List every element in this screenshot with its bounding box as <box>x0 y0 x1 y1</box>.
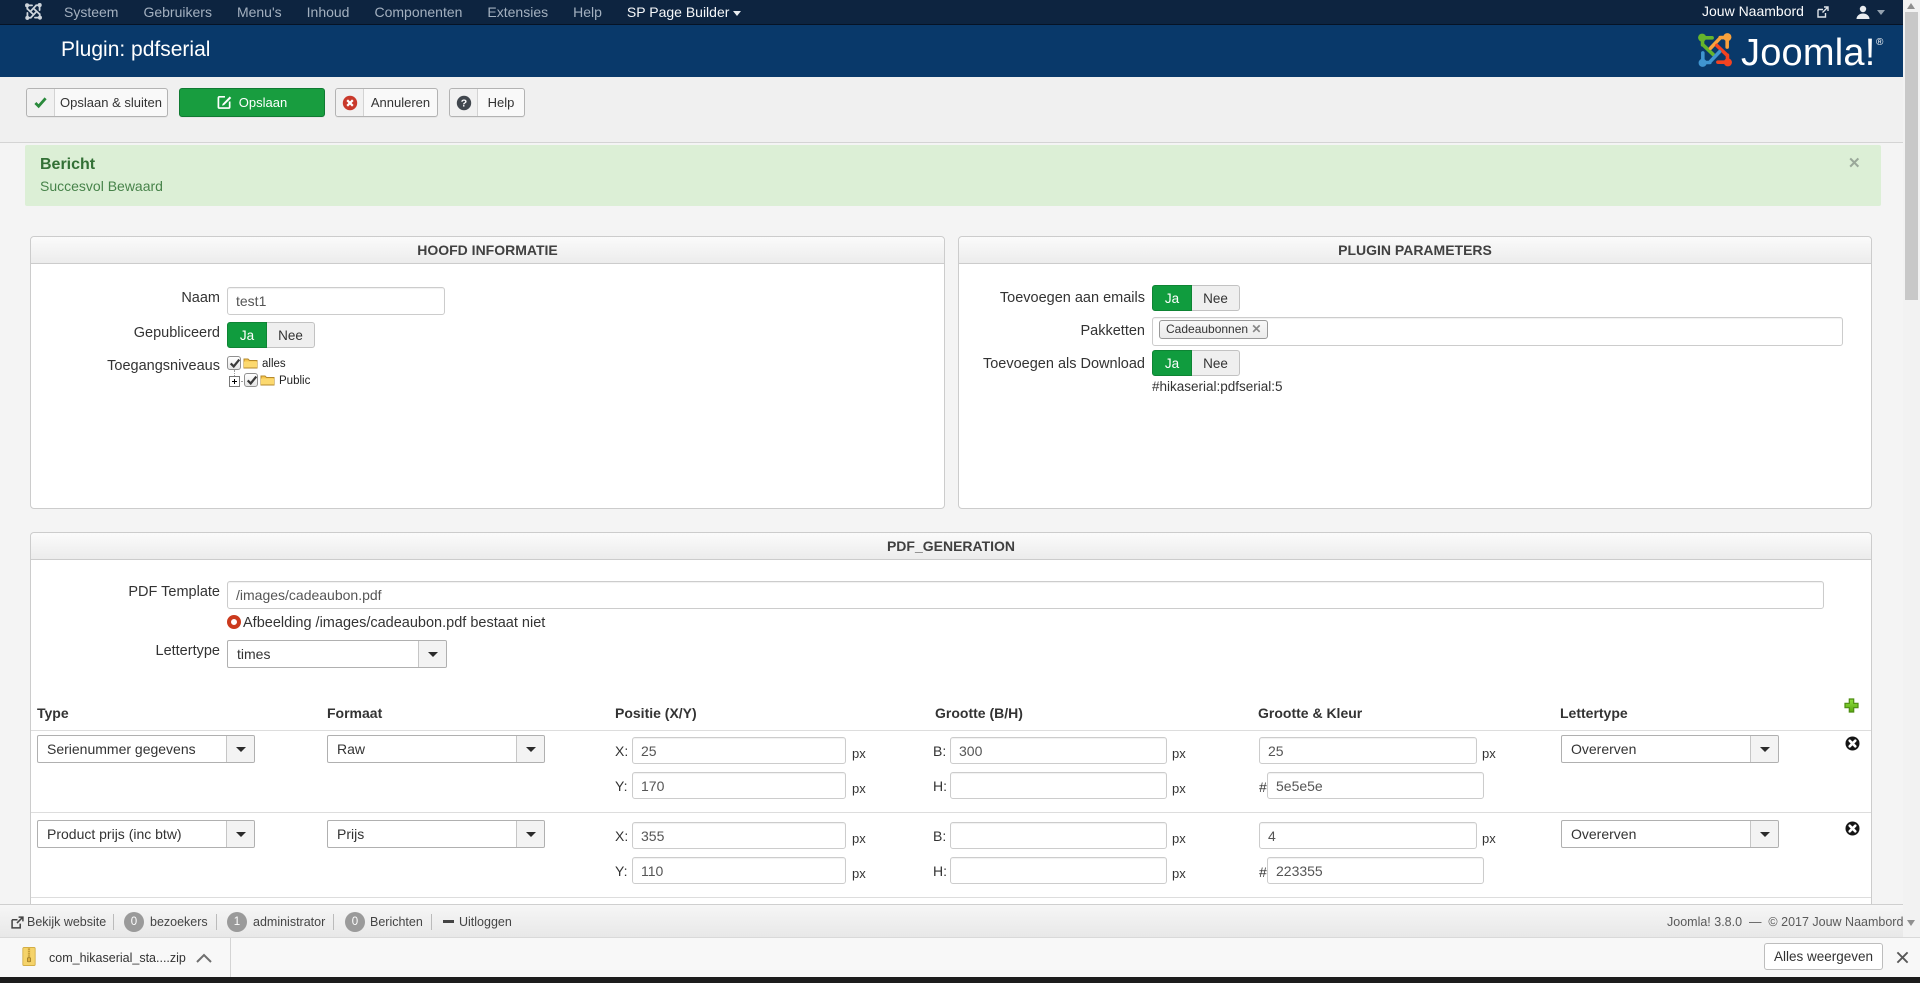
svg-text:?: ? <box>460 98 466 110</box>
